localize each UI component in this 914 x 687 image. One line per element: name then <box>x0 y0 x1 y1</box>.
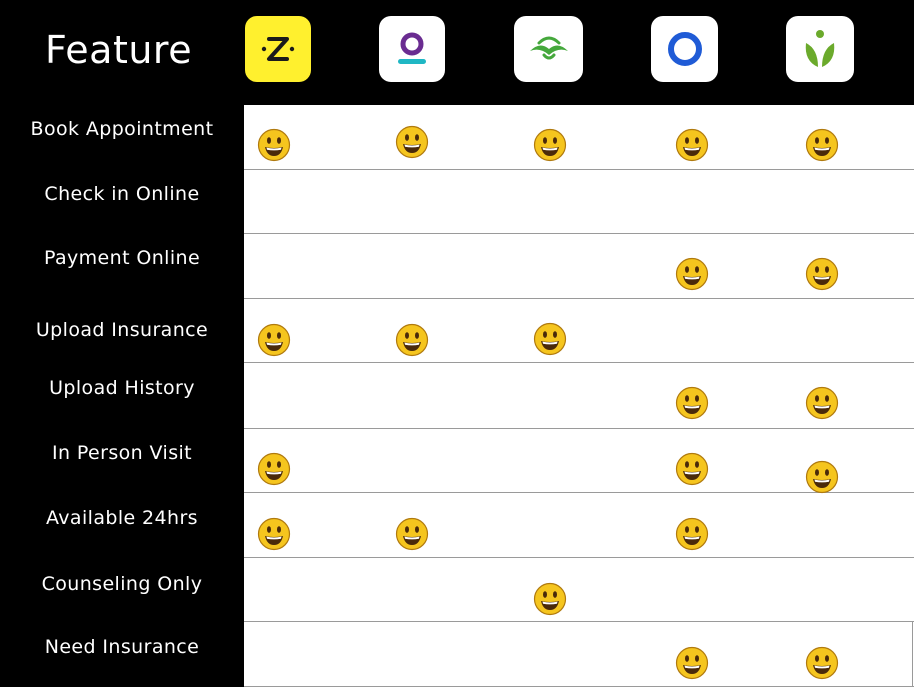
row-divider <box>244 298 914 299</box>
feature-label: Need Insurance <box>44 636 200 658</box>
green-hands-icon <box>529 36 568 60</box>
smiley-face-icon <box>533 128 567 162</box>
row-divider <box>244 169 914 170</box>
app-icon-tile <box>379 16 445 82</box>
row-divider <box>244 233 914 234</box>
feature-label: Counseling Only <box>41 573 203 595</box>
row-divider <box>244 557 914 558</box>
smiley-face-icon <box>257 517 291 551</box>
zocdoc-icon <box>261 37 295 61</box>
smiley-face-icon <box>257 323 291 357</box>
smiley-face-icon <box>533 582 567 616</box>
smiley-face-icon <box>805 128 839 162</box>
feature-column-header: Feature <box>45 28 193 72</box>
app-icon-tile <box>514 16 583 82</box>
feature-label: In Person Visit <box>51 442 193 464</box>
feature-label: Upload History <box>49 377 195 399</box>
blue-ring-icon <box>667 32 702 66</box>
smiley-face-icon <box>675 128 709 162</box>
smiley-face-icon <box>395 323 429 357</box>
feature-label: Check in Online <box>44 183 200 205</box>
smiley-face-icon <box>533 322 567 356</box>
feature-label: Payment Online <box>43 247 201 269</box>
feature-label: Available 24hrs <box>46 507 198 529</box>
feature-comparison-table: Feature Book Appointment Check in Online P… <box>0 0 914 687</box>
smiley-face-icon <box>805 257 839 291</box>
smiley-face-icon <box>805 386 839 420</box>
smiley-face-icon <box>675 517 709 551</box>
app-icon-tile <box>651 16 718 82</box>
app-icon-tile <box>786 16 854 82</box>
smiley-face-icon <box>805 460 839 494</box>
smiley-face-icon <box>395 125 429 159</box>
purple-ring-icon <box>398 32 426 64</box>
smiley-face-icon <box>395 517 429 551</box>
row-divider <box>244 621 914 622</box>
row-divider <box>244 362 914 363</box>
green-sprout-icon <box>805 30 835 67</box>
feature-label: Upload Insurance <box>35 319 209 341</box>
feature-label: Book Appointment <box>30 118 214 140</box>
smiley-face-icon <box>257 452 291 486</box>
smiley-face-icon <box>675 257 709 291</box>
grid-right-edge <box>912 622 913 687</box>
smiley-face-icon <box>675 452 709 486</box>
smiley-face-icon <box>675 646 709 680</box>
smiley-face-icon <box>257 128 291 162</box>
smiley-face-icon <box>675 386 709 420</box>
app-icon-tile <box>245 16 311 82</box>
smiley-face-icon <box>805 646 839 680</box>
row-divider <box>244 428 914 429</box>
